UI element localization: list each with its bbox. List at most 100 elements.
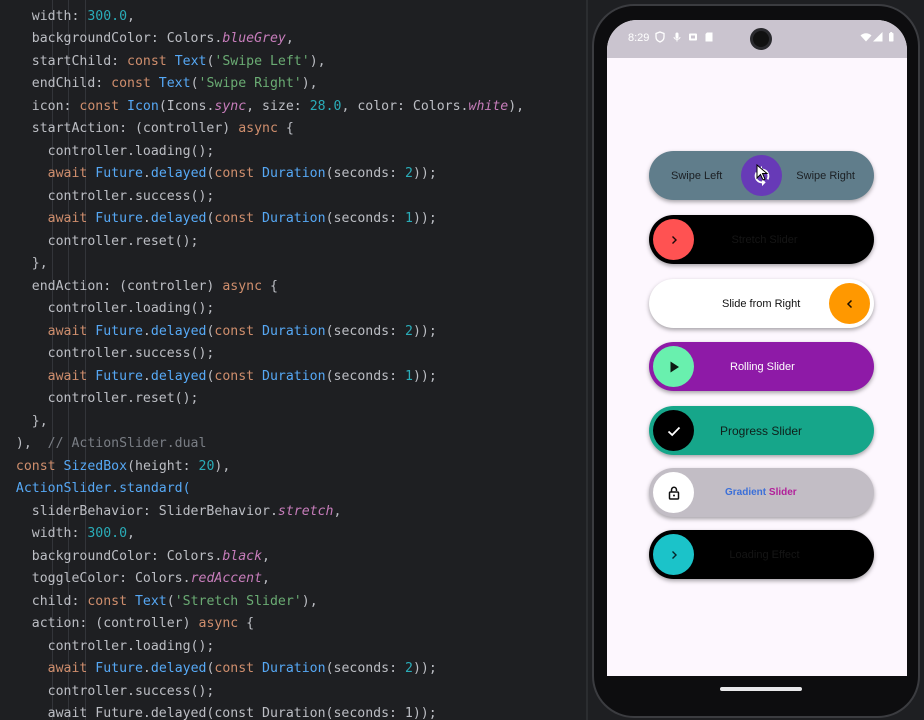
status-time: 8:29 (628, 32, 650, 44)
code-line: width: 300.0, (0, 6, 524, 29)
code-line: endChild: const Text('Swipe Right'), (0, 73, 524, 96)
code-line: await Future.delayed(const Duration(seco… (0, 321, 524, 344)
code-token: SizedBox (63, 458, 128, 474)
slide-from-right-slider[interactable]: Slide from Right (649, 279, 874, 328)
gradient-slider-knob[interactable] (653, 472, 694, 513)
code-token: Text (134, 593, 167, 609)
code-token: const (0, 458, 64, 474)
emulator-pane: 8:29 Swipe Left Swipe Right Stretch Slid… (588, 0, 924, 720)
swipe-left-label: Swipe Left (671, 169, 723, 182)
phone-screen[interactable]: 8:29 Swipe Left Swipe Right Stretch Slid… (607, 20, 907, 702)
code-line: ), // ActionSlider.dual (0, 433, 524, 456)
code-line: action: (controller) async { (0, 613, 524, 636)
front-camera (750, 28, 772, 50)
navigation-bar (607, 676, 907, 702)
code-token: Text (158, 76, 191, 91)
code-token: width: (0, 8, 88, 24)
code-line: }, (0, 253, 524, 276)
code-token: child: (0, 593, 88, 609)
code-token: ), (214, 458, 231, 474)
progress-slider[interactable]: Progress Slider (649, 406, 874, 455)
code-token: delayed (150, 166, 207, 181)
signal-icon (873, 32, 883, 42)
code-token: blueGrey (222, 31, 286, 46)
code-token: Text (174, 53, 207, 69)
code-line: await Future.delayed(const Duration(seco… (0, 208, 524, 231)
gradient-label-part-a: Gradient (725, 487, 767, 498)
code-token: . (142, 211, 151, 226)
code-line: await Future.delayed(const Duration(seco… (0, 703, 524, 720)
code-token: Icon (127, 98, 159, 114)
code-token: { (262, 278, 278, 294)
code-token: Future (95, 211, 143, 226)
progress-slider-knob[interactable] (653, 410, 694, 451)
code-line: controller.loading(); (0, 298, 524, 321)
code-token: , (333, 503, 342, 519)
code-token: delayed (150, 323, 207, 339)
code-token: const (87, 593, 135, 609)
loading-effect-slider[interactable]: Loading Effect (649, 530, 874, 579)
dual-action-slider[interactable]: Swipe Left Swipe Right (649, 151, 874, 200)
chevron-left-icon (846, 299, 852, 308)
shield-icon (655, 31, 665, 43)
code-token: ( (166, 593, 175, 609)
code-token: Duration (262, 166, 326, 181)
code-line: ActionSlider.standard( (0, 478, 524, 501)
code-token: startAction: (controller) (0, 121, 239, 136)
code-token: const (214, 323, 263, 339)
code-token: controller.success(); (0, 188, 215, 204)
code-token: endAction: (controller) (0, 278, 223, 294)
code-token: (height: (127, 458, 199, 474)
code-token: await (0, 166, 96, 181)
code-token: 2 (404, 661, 413, 676)
code-token: white (468, 98, 509, 114)
code-line: const SizedBox(height: 20), (0, 456, 524, 479)
code-editor[interactable]: ActionSlider.dual( width: 300.0, backgro… (0, 0, 586, 720)
gradient-slider[interactable]: Gradient Slider (649, 468, 874, 517)
code-token: controller.success(); (0, 346, 215, 361)
code-token: await Future.delayed(const Duration(seco… (0, 706, 437, 720)
code-token: 1 (404, 211, 413, 226)
code-token: Future (95, 661, 143, 676)
rolling-slider-knob[interactable] (653, 346, 694, 387)
code-token: Duration (262, 368, 326, 384)
code-line: controller.reset(); (0, 231, 524, 254)
code-token: backgroundColor: Colors. (0, 31, 223, 46)
code-token: controller.reset(); (0, 233, 199, 249)
code-token: { (277, 121, 294, 136)
progress-slider-label: Progress Slider (720, 423, 803, 438)
stretch-slider-knob[interactable] (653, 219, 694, 260)
loading-effect-knob[interactable] (653, 534, 694, 575)
code-token: delayed (150, 211, 207, 226)
code-token: 2 (404, 323, 413, 339)
code-token: (seconds: (325, 323, 405, 339)
home-gesture-handle[interactable] (720, 687, 802, 691)
code-token: redAccent (190, 571, 263, 586)
code-line: endAction: (controller) async { (0, 276, 524, 299)
code-line: controller.success(); (0, 343, 524, 366)
code-token: await (0, 323, 96, 339)
wifi-icon (860, 33, 872, 42)
code-token: , (262, 548, 270, 564)
code-token: stretch (277, 503, 334, 519)
code-token: action: (controller) (0, 616, 199, 631)
gradient-slider-label: Gradient Slider (725, 468, 797, 517)
gradient-label-part-b: Slider (766, 487, 797, 498)
code-token: . (142, 661, 151, 676)
code-token: . (142, 323, 151, 339)
code-token: const (214, 166, 263, 181)
code-token: 'Swipe Left' (214, 53, 310, 69)
code-token: const (79, 98, 128, 114)
code-token: )); (412, 368, 437, 384)
code-token: 300.0 (87, 8, 128, 24)
slide-from-right-knob[interactable] (829, 283, 870, 324)
rolling-slider[interactable]: Rolling Slider (649, 342, 874, 391)
code-token: ), (309, 53, 326, 69)
code-token: ActionSlider.dual( (0, 0, 159, 1)
chevron-right-icon (671, 235, 677, 244)
code-token: 2 (404, 166, 413, 181)
sd-card-icon (705, 32, 713, 42)
stretch-slider[interactable]: Stretch Slider (649, 215, 874, 264)
cast-icon (689, 33, 697, 41)
code-token: delayed (150, 368, 207, 384)
